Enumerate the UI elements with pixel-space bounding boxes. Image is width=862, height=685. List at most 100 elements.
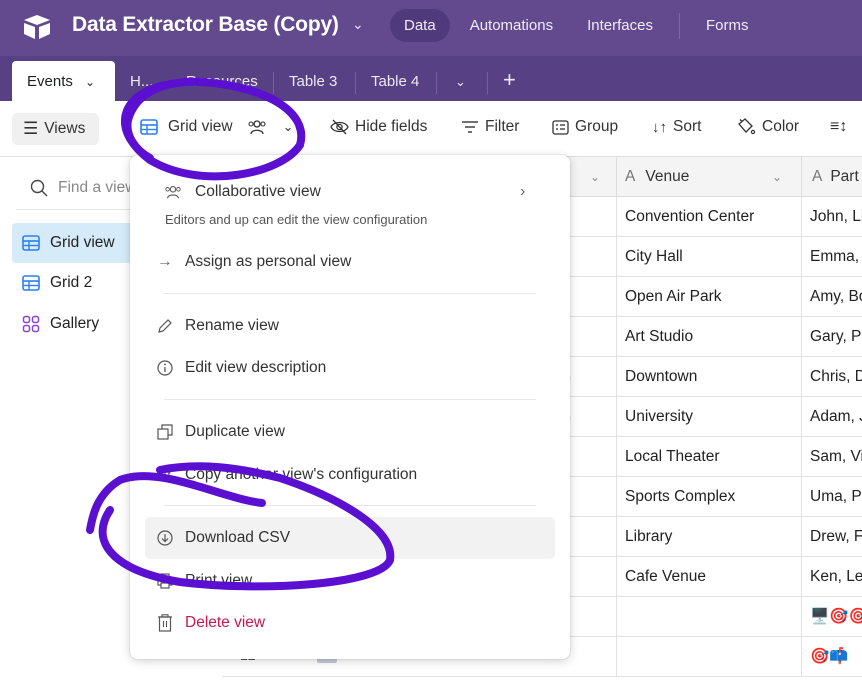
chevron-down-icon[interactable]: ⌄ [772, 170, 782, 184]
find-view-search[interactable]: Find a view [30, 179, 136, 197]
sidebar-item-label: Grid 2 [50, 274, 93, 291]
column-header-participants[interactable]: A Part [802, 157, 862, 197]
sidebar-item-grid-2[interactable]: Grid 2 [12, 263, 140, 303]
cell-venue[interactable] [617, 637, 802, 677]
chevron-down-icon[interactable]: ⌄ [352, 16, 364, 33]
cell-participants[interactable]: Uma, Pa [802, 477, 862, 517]
top-nav: Data Automations Interfaces Forms [390, 9, 768, 42]
cell-participants[interactable]: Sam, Vi [802, 437, 862, 477]
menu-item-label: Print view [185, 572, 253, 589]
cell-venue[interactable]: Library [617, 517, 802, 557]
column-label: Venue [645, 167, 690, 185]
color-label: Color [762, 118, 800, 135]
trash-icon [156, 614, 174, 632]
cell-venue[interactable]: Downtown [617, 357, 802, 397]
info-icon [156, 359, 174, 377]
gear-icon: ⚙ [158, 466, 172, 484]
hide-fields-button[interactable]: Hide fields [330, 118, 427, 136]
cell-venue[interactable]: Open Air Park [617, 277, 802, 317]
all-tables-chevron-icon[interactable]: ⌄ [455, 61, 466, 101]
menu-item-label: Delete view [185, 614, 266, 631]
group-label: Group [575, 118, 619, 135]
tab-divider [436, 72, 437, 94]
chevron-down-icon[interactable]: ⌄ [283, 119, 294, 135]
menu-item-download-csv[interactable]: Download CSV [145, 517, 555, 559]
base-title[interactable]: Data Extractor Base (Copy) [72, 13, 339, 37]
color-button[interactable]: Color [736, 118, 799, 136]
cell-venue[interactable]: Cafe Venue [617, 557, 802, 597]
column-label: Part [830, 167, 859, 185]
menu-item-copy-configuration[interactable]: ⚙ Copy another view's configuration [130, 454, 570, 496]
app-logo-icon[interactable] [22, 14, 52, 40]
views-sidebar: Find a view Grid view Grid 2 Gallery [0, 157, 140, 685]
menu-item-rename-view[interactable]: Rename view [130, 305, 570, 347]
cell-venue[interactable]: Local Theater [617, 437, 802, 477]
cell-participants[interactable]: Gary, Pa [802, 317, 862, 357]
menu-item-delete-view[interactable]: Delete view [130, 602, 570, 644]
menu-item-print-view[interactable]: Print view [130, 560, 570, 602]
nav-automations[interactable]: Automations [456, 9, 567, 42]
text-field-icon: A [625, 167, 636, 185]
menu-divider [164, 505, 536, 506]
search-input[interactable]: Find a view [58, 179, 136, 197]
chevron-down-icon[interactable]: ⌄ [85, 75, 95, 89]
top-bar: Data Extractor Base (Copy) ⌄ Data Automa… [0, 0, 862, 56]
eye-off-icon [330, 119, 349, 135]
pencil-icon [156, 317, 174, 335]
menu-divider [164, 399, 536, 400]
cell-venue[interactable] [617, 597, 802, 637]
menu-item-assign-personal[interactable]: → Assign as personal view [130, 241, 570, 283]
cell-participants[interactable]: Chris, D [802, 357, 862, 397]
sidebar-item-label: Grid view [50, 234, 115, 251]
cell-venue[interactable]: Art Studio [617, 317, 802, 357]
cell-participants[interactable]: 🎯📫 [802, 637, 862, 677]
cell-venue[interactable]: Sports Complex [617, 477, 802, 517]
cell-venue[interactable]: University [617, 397, 802, 437]
group-icon [552, 119, 569, 135]
tab-table-3[interactable]: Table 3 [289, 61, 337, 101]
cell-participants[interactable]: Adam, J [802, 397, 862, 437]
nav-interfaces[interactable]: Interfaces [573, 9, 667, 42]
menu-item-label: Assign as personal view [185, 253, 352, 270]
tab-divider [355, 72, 356, 94]
nav-forms[interactable]: Forms [692, 9, 763, 42]
text-field-icon: A [812, 167, 823, 185]
menu-item-collaborative-view[interactable]: Collaborative view › [130, 171, 570, 213]
search-icon [30, 179, 48, 197]
tab-events[interactable]: Events ⌄ [12, 61, 115, 101]
sidebar-item-gallery[interactable]: Gallery [12, 304, 140, 344]
row-height-button[interactable]: ≡↕ [830, 118, 847, 136]
filter-button[interactable]: Filter [461, 118, 519, 136]
sidebar-item-grid-view[interactable]: Grid view [12, 223, 140, 263]
tab-h[interactable]: H... [130, 61, 153, 101]
cell-participants[interactable]: Amy, Bo [802, 277, 862, 317]
menu-item-duplicate-view[interactable]: Duplicate view [130, 411, 570, 453]
cell-participants[interactable]: Ken, Le [802, 557, 862, 597]
row-height-icon: ≡↕ [830, 118, 848, 135]
tab-divider [487, 72, 488, 94]
cell-participants[interactable]: 🖥️🎯🎯 [802, 597, 862, 637]
tab-table-4[interactable]: Table 4 [371, 61, 419, 101]
collaborative-description: Editors and up can edit the view configu… [165, 212, 428, 227]
sort-button[interactable]: ↓↑ Sort [652, 118, 701, 136]
group-button[interactable]: Group [552, 118, 618, 136]
printer-icon [156, 572, 174, 590]
duplicate-icon [156, 423, 174, 441]
view-switcher-button[interactable]: Grid view ⌄ [140, 118, 294, 136]
cell-participants[interactable]: John, Li [802, 197, 862, 237]
column-header-venue[interactable]: A Venue ⌄ [617, 157, 802, 197]
menu-item-label: Collaborative view [195, 183, 321, 200]
chevron-down-icon[interactable]: ⌄ [590, 170, 600, 184]
views-button[interactable]: ☰ Views [12, 113, 99, 145]
grid-icon [22, 275, 40, 291]
cell-venue[interactable]: Convention Center [617, 197, 802, 237]
cell-participants[interactable]: Drew, F [802, 517, 862, 557]
nav-data[interactable]: Data [390, 9, 450, 42]
add-table-icon[interactable]: + [503, 61, 516, 101]
menu-item-label: Duplicate view [185, 423, 285, 440]
menu-item-edit-description[interactable]: Edit view description [130, 347, 570, 389]
tab-resources[interactable]: Resources [186, 61, 258, 101]
cell-participants[interactable]: Emma, [802, 237, 862, 277]
hide-fields-label: Hide fields [355, 118, 428, 135]
cell-venue[interactable]: City Hall [617, 237, 802, 277]
